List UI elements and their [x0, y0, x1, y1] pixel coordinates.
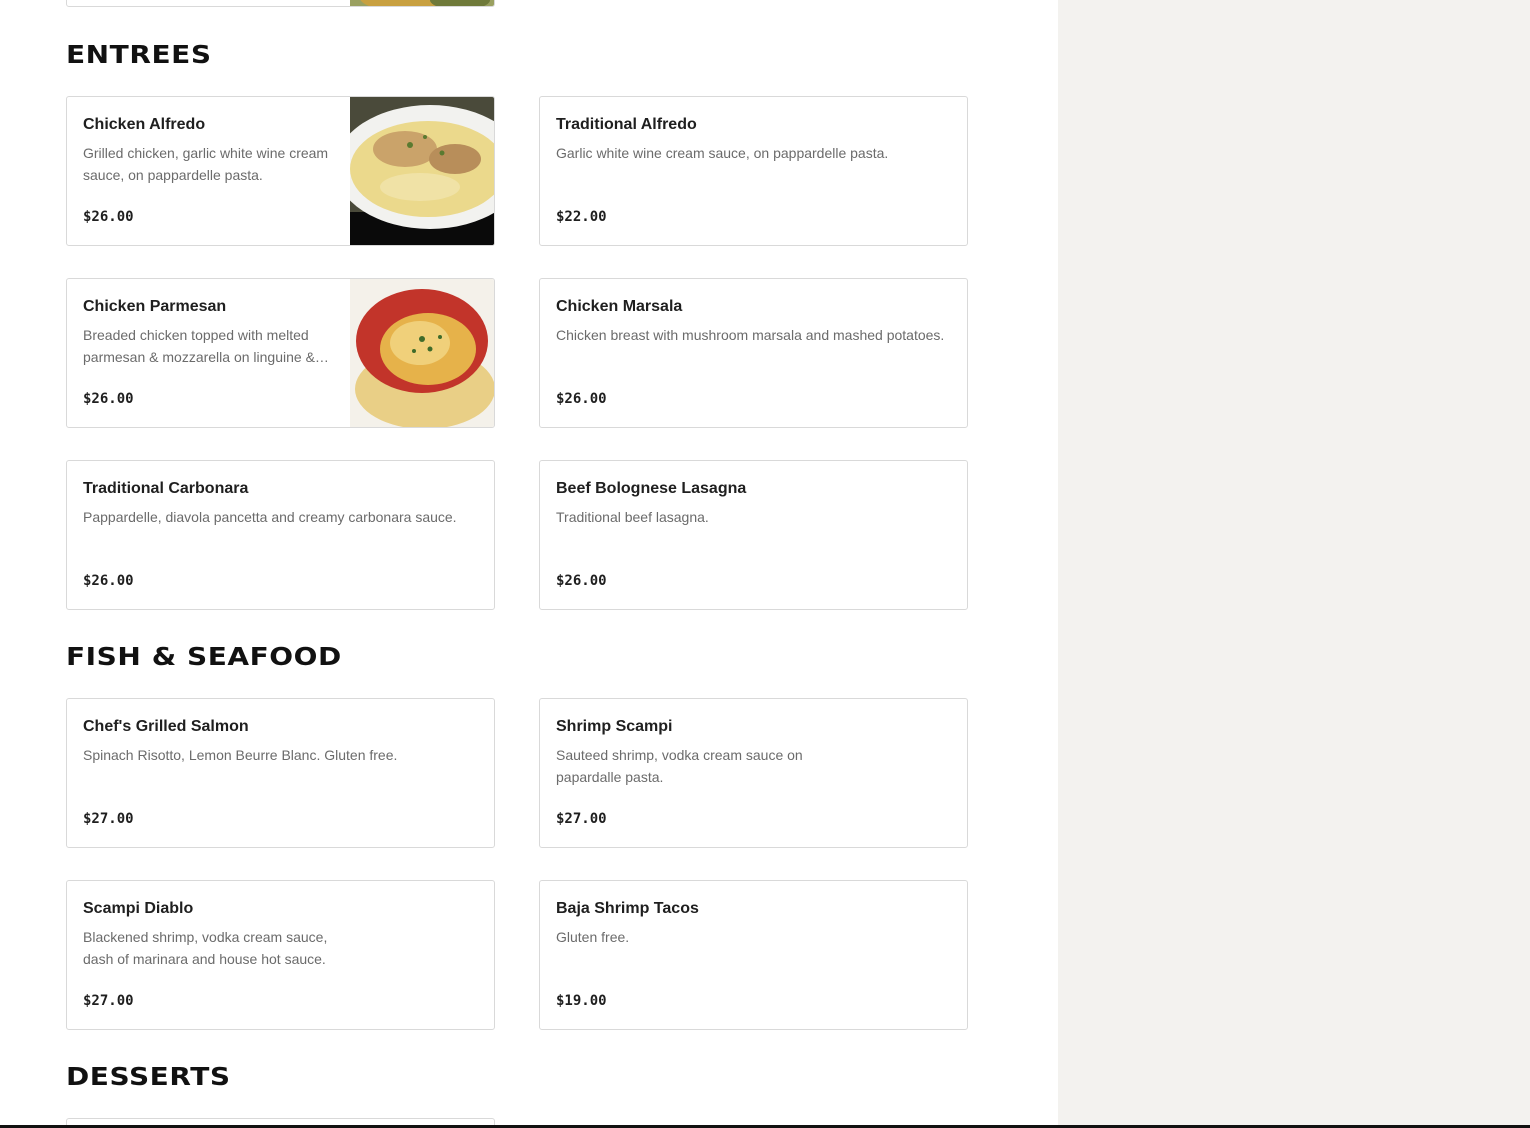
menu-item-card[interactable]: Chicken Marsala Chicken breast with mush…: [539, 278, 968, 428]
menu-item-description: Blackened shrimp, vodka cream sauce, das…: [83, 929, 328, 967]
menu-item-photo: [350, 97, 494, 245]
menu-item-description: Sauteed shrimp, vodka cream sauce on pap…: [556, 747, 803, 785]
section-title-desserts: DESSERTS: [66, 1062, 231, 1091]
menu-item-price: $26.00: [83, 391, 134, 407]
menu-item-price: $19.00: [556, 993, 607, 1009]
section-title-entrees: ENTREES: [66, 40, 212, 69]
menu-item-price: $26.00: [556, 573, 607, 589]
menu-content: ENTREES Chicken Alfredo Grilled chicken,…: [0, 0, 1058, 1128]
menu-item-card[interactable]: Traditional Carbonara Pappardelle, diavo…: [66, 460, 495, 610]
menu-item-card-partial[interactable]: [66, 0, 495, 7]
side-panel: [1058, 0, 1530, 1128]
menu-item-description: Chicken breast with mushroom marsala and…: [556, 327, 945, 343]
menu-item-price: $26.00: [556, 391, 607, 407]
menu-item-name: Shrimp Scampi: [556, 718, 673, 735]
menu-item-price: $27.00: [83, 811, 134, 827]
menu-item-card[interactable]: Baja Shrimp Tacos Gluten free. $19.00: [539, 880, 968, 1030]
menu-item-price: $26.00: [83, 209, 134, 225]
menu-item-description: Garlic white wine cream sauce, on pappar…: [556, 145, 889, 161]
menu-item-price: $27.00: [83, 993, 134, 1009]
menu-item-description: Spinach Risotto, Lemon Beurre Blanc. Glu…: [83, 747, 398, 763]
menu-item-description: Gluten free.: [556, 929, 630, 945]
menu-item-card[interactable]: Chicken Parmesan Breaded chicken topped …: [66, 278, 495, 428]
menu-item-description: Breaded chicken topped with melted parme…: [83, 327, 315, 365]
menu-item-name: Chef's Grilled Salmon: [83, 718, 249, 735]
menu-item-name: Baja Shrimp Tacos: [556, 900, 699, 917]
menu-item-price: $27.00: [556, 811, 607, 827]
menu-item-card[interactable]: Chef's Grilled Salmon Spinach Risotto, L…: [66, 698, 495, 848]
menu-item-name: Chicken Marsala: [556, 298, 683, 315]
menu-item-name: Traditional Alfredo: [556, 116, 697, 133]
menu-item-name: Scampi Diablo: [83, 900, 194, 917]
menu-item-card[interactable]: Scampi Diablo Blackened shrimp, vodka cr…: [66, 880, 495, 1030]
section-title-fish-seafood: FISH & SEAFOOD: [66, 642, 342, 671]
menu-item-name: Chicken Alfredo: [83, 116, 206, 133]
menu-item-photo: [350, 0, 494, 6]
menu-item-card[interactable]: Beef Bolognese Lasagna Traditional beef …: [539, 460, 968, 610]
menu-item-price: $22.00: [556, 209, 607, 225]
menu-item-name: Chicken Parmesan: [83, 298, 227, 315]
menu-item-description: Pappardelle, diavola pancetta and creamy…: [83, 509, 457, 525]
menu-item-description: Grilled chicken, garlic white wine cream…: [83, 145, 329, 183]
menu-item-card[interactable]: Shrimp Scampi Sauteed shrimp, vodka crea…: [539, 698, 968, 848]
menu-item-card[interactable]: Chicken Alfredo Grilled chicken, garlic …: [66, 96, 495, 246]
menu-item-name: Beef Bolognese Lasagna: [556, 480, 747, 497]
menu-item-card[interactable]: Traditional Alfredo Garlic white wine cr…: [539, 96, 968, 246]
menu-item-photo: [350, 279, 494, 427]
menu-item-name: Traditional Carbonara: [83, 480, 249, 497]
menu-item-description: Traditional beef lasagna.: [556, 509, 709, 525]
menu-item-price: $26.00: [83, 573, 134, 589]
